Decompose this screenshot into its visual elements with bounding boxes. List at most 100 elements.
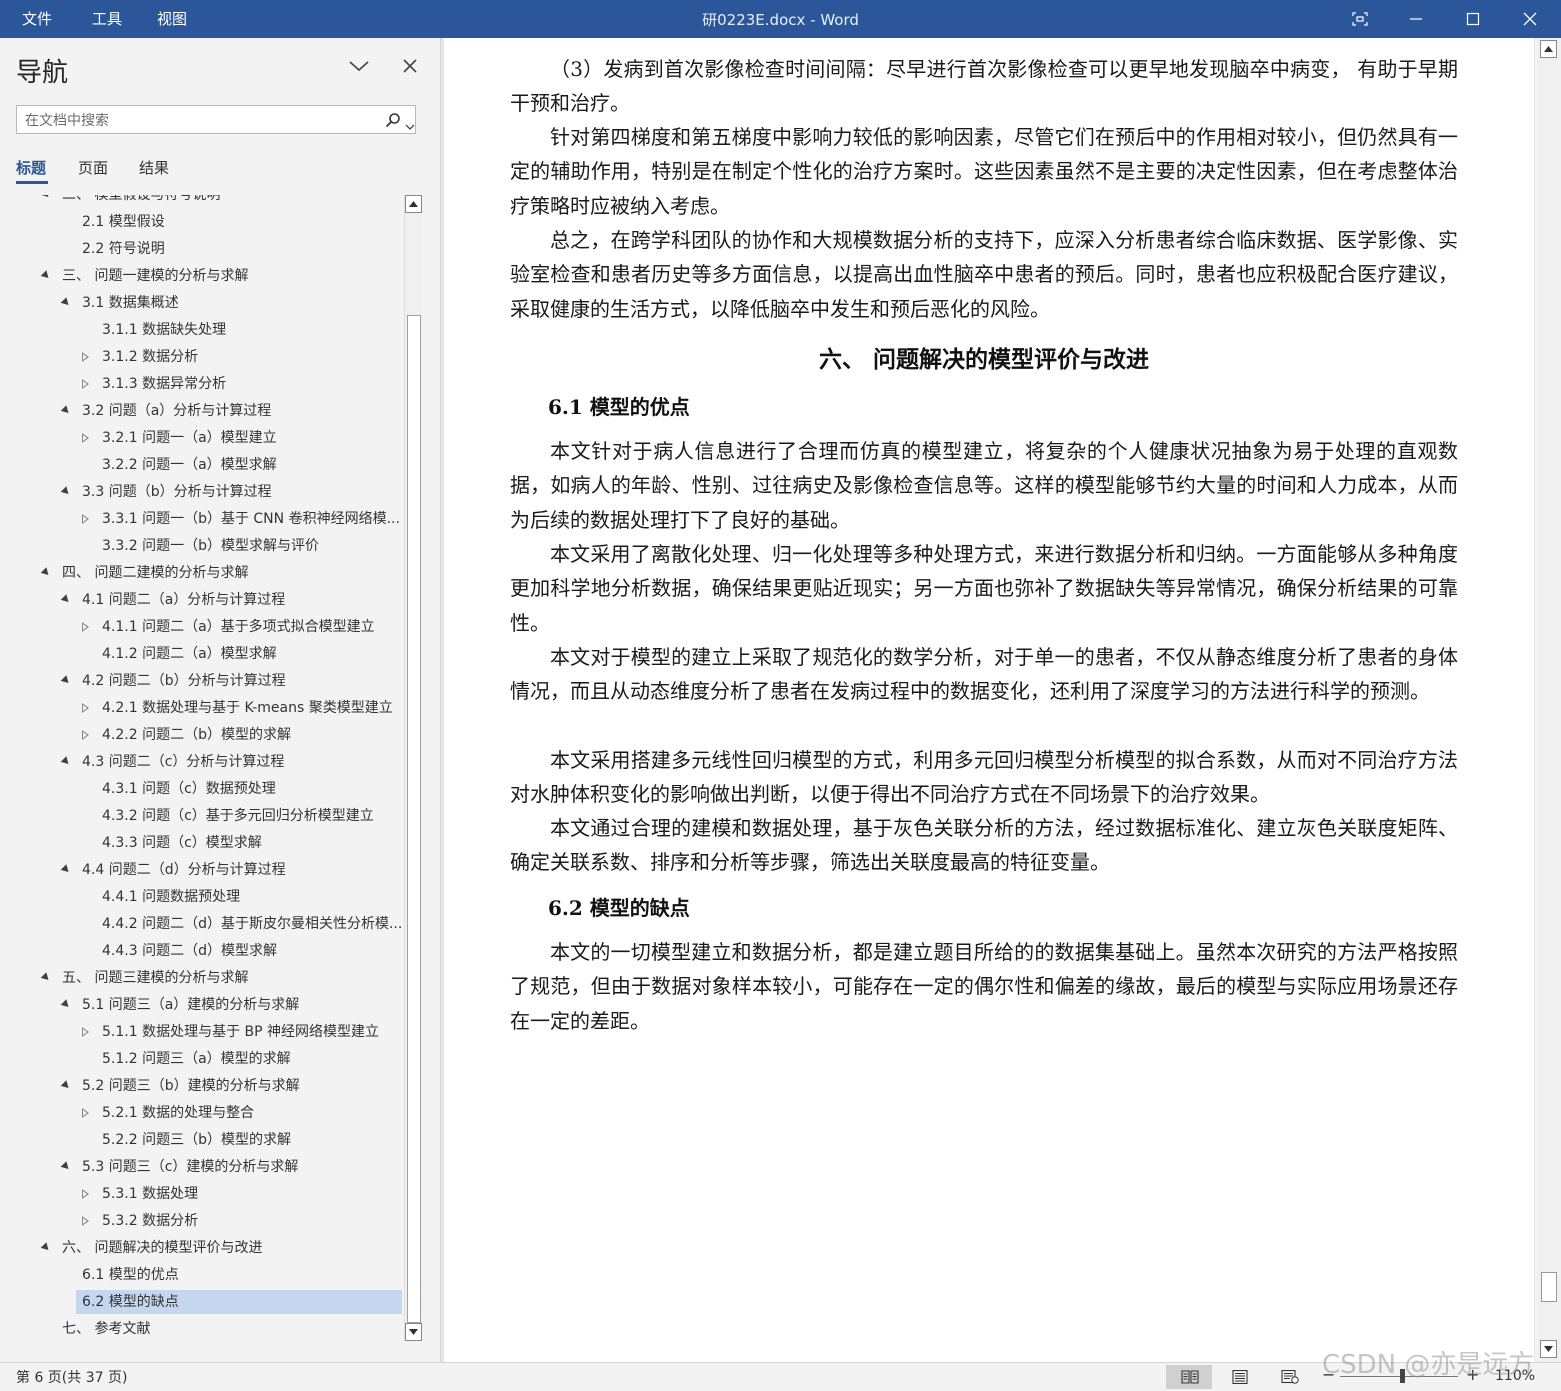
document-page[interactable]: （3）发病到首次影像检查时间间隔：尽早进行首次影像检查可以更早地发现脑卒中病变，… [444, 38, 1534, 1362]
print-layout-button[interactable] [1216, 1365, 1262, 1389]
nav-heading-item[interactable]: 4.2.2 问题二（b）模型的求解 [82, 723, 402, 747]
nav-heading-item[interactable]: 4.1 问题二（a）分析与计算过程 [60, 588, 402, 612]
nav-heading-item[interactable]: 六、 问题解决的模型评价与改进 [40, 1236, 402, 1260]
expand-arrow-icon[interactable] [60, 405, 72, 416]
nav-heading-item[interactable]: 4.4 问题二（d）分析与计算过程 [60, 858, 402, 882]
nav-heading-item[interactable]: 四、 问题二建模的分析与求解 [40, 561, 402, 585]
scroll-thumb[interactable] [1541, 1272, 1557, 1302]
expand-arrow-icon[interactable] [60, 594, 72, 605]
expand-arrow-icon[interactable] [60, 1161, 72, 1172]
print-layout-icon [1232, 1370, 1248, 1384]
nav-heading-item[interactable]: 二、 模型假设与符号说明 [40, 195, 402, 207]
nav-heading-item[interactable]: 4.3.2 问题（c）基于多元回归分析模型建立 [96, 804, 402, 828]
expand-arrow-icon[interactable] [60, 864, 72, 875]
scroll-up-button[interactable] [1540, 40, 1557, 58]
expand-arrow-icon[interactable] [40, 567, 52, 578]
expand-arrow-icon[interactable] [60, 297, 72, 308]
collapse-arrow-icon[interactable] [82, 1189, 89, 1199]
collapse-arrow-icon[interactable] [82, 703, 89, 713]
expand-arrow-icon[interactable] [60, 756, 72, 767]
tab-pages[interactable]: 页面 [78, 157, 108, 178]
nav-heading-item[interactable]: 4.2 问题二（b）分析与计算过程 [60, 669, 402, 693]
nav-heading-item[interactable]: 4.4.2 问题二（d）基于斯皮尔曼相关性分析模... [96, 912, 402, 936]
nav-heading-item[interactable]: 4.1.1 问题二（a）基于多项式拟合模型建立 [82, 615, 402, 639]
nav-heading-item[interactable]: 5.2.2 问题三（b）模型的求解 [96, 1128, 402, 1152]
collapse-arrow-icon[interactable] [82, 622, 89, 632]
search-input[interactable] [23, 109, 377, 132]
collapse-arrow-icon[interactable] [82, 379, 89, 389]
nav-heading-item[interactable]: 3.2 问题（a）分析与计算过程 [60, 399, 402, 423]
expand-arrow-icon[interactable] [60, 675, 72, 686]
collapse-arrow-icon[interactable] [82, 1027, 89, 1037]
minimize-button[interactable] [1389, 0, 1445, 38]
nav-heading-item[interactable]: 5.3.2 数据分析 [82, 1209, 402, 1233]
expand-arrow-icon[interactable] [60, 1080, 72, 1091]
expand-arrow-icon[interactable] [40, 1242, 52, 1253]
tab-headings[interactable]: 标题 [16, 157, 46, 178]
nav-heading-item[interactable]: 2.1 模型假设 [76, 210, 402, 234]
maximize-button[interactable] [1446, 0, 1502, 38]
search-icon[interactable] [385, 112, 401, 132]
nav-heading-item[interactable]: 3.3.1 问题一（b）基于 CNN 卷积神经网络模... [82, 507, 402, 531]
collapse-arrow-icon[interactable] [82, 1216, 89, 1226]
collapse-arrow-icon[interactable] [82, 514, 89, 524]
nav-heading-item[interactable]: 七、 参考文献 [56, 1317, 402, 1339]
nav-heading-item[interactable]: 5.1 问题三（a）建模的分析与求解 [60, 993, 402, 1017]
nav-heading-item[interactable]: 4.4.3 问题二（d）模型求解 [96, 939, 402, 963]
search-options-icon[interactable] [405, 116, 415, 135]
nav-heading-item[interactable]: 三、 问题一建模的分析与求解 [40, 264, 402, 288]
nav-heading-item[interactable]: 3.1.2 数据分析 [82, 345, 402, 369]
nav-options-button[interactable] [348, 58, 370, 77]
nav-heading-item[interactable]: 3.1.1 数据缺失处理 [96, 318, 402, 342]
nav-heading-item[interactable]: 2.2 符号说明 [76, 237, 402, 261]
nav-heading-item[interactable]: 五、 问题三建模的分析与求解 [40, 966, 402, 990]
nav-heading-item[interactable]: 5.3.1 数据处理 [82, 1182, 402, 1206]
nav-heading-item[interactable]: 4.2.1 数据处理与基于 K-means 聚类模型建立 [82, 696, 402, 720]
nav-heading-item[interactable]: 5.2 问题三（b）建模的分析与求解 [60, 1074, 402, 1098]
nav-heading-item[interactable]: 4.3.3 问题（c）模型求解 [96, 831, 402, 855]
nav-heading-item[interactable]: 4.1.2 问题二（a）模型求解 [96, 642, 402, 666]
nav-close-button[interactable] [402, 58, 418, 78]
nav-heading-label: 4.1.1 问题二（a）基于多项式拟合模型建立 [102, 619, 375, 635]
expand-arrow-icon[interactable] [60, 999, 72, 1010]
expand-arrow-icon[interactable] [60, 486, 72, 497]
scroll-down-button[interactable] [405, 1323, 422, 1341]
nav-heading-label: 6.1 模型的优点 [82, 1267, 179, 1283]
collapse-arrow-icon[interactable] [82, 352, 89, 362]
nav-heading-item[interactable]: 3.3.2 问题一（b）模型求解与评价 [96, 534, 402, 558]
nav-heading-item[interactable]: 3.1 数据集概述 [60, 291, 402, 315]
expand-arrow-icon[interactable] [40, 972, 52, 983]
expand-arrow-icon[interactable] [40, 195, 52, 200]
close-window-button[interactable] [1503, 0, 1559, 38]
nav-heading-item[interactable]: 4.4.1 问题数据预处理 [96, 885, 402, 909]
nav-heading-item[interactable]: 4.3.1 问题（c）数据预处理 [96, 777, 402, 801]
collapse-arrow-icon[interactable] [82, 730, 89, 740]
nav-heading-item[interactable]: 5.1.2 问题三（a）模型的求解 [96, 1047, 402, 1071]
nav-heading-label: 3.2 问题（a）分析与计算过程 [82, 403, 272, 419]
page-count[interactable]: 第 6 页(共 37 页) [16, 1367, 127, 1387]
expand-arrow-icon[interactable] [40, 270, 52, 281]
nav-heading-item[interactable]: 3.3 问题（b）分析与计算过程 [60, 480, 402, 504]
scroll-down-button[interactable] [1540, 1340, 1557, 1358]
nav-heading-item[interactable]: 4.3 问题二（c）分析与计算过程 [60, 750, 402, 774]
read-mode-button[interactable] [1166, 1365, 1212, 1389]
nav-scrollbar[interactable] [404, 195, 423, 1341]
web-layout-button[interactable] [1266, 1365, 1312, 1389]
scroll-up-button[interactable] [405, 195, 422, 213]
tab-results[interactable]: 结果 [139, 157, 169, 178]
nav-heading-item[interactable]: 5.1.1 数据处理与基于 BP 神经网络模型建立 [82, 1020, 402, 1044]
collapse-arrow-icon[interactable] [82, 433, 89, 443]
document-scrollbar[interactable] [1537, 38, 1561, 1362]
scroll-thumb[interactable] [407, 315, 421, 1323]
collapse-arrow-icon[interactable] [82, 1108, 89, 1118]
nav-heading-item[interactable]: 6.1 模型的优点 [76, 1263, 402, 1287]
nav-heading-label: 三、 问题一建模的分析与求解 [62, 268, 249, 284]
focus-mode-button[interactable] [1332, 0, 1388, 38]
search-box [16, 105, 416, 134]
nav-heading-item[interactable]: 3.2.2 问题一（a）模型求解 [96, 453, 402, 477]
nav-heading-item[interactable]: 5.2.1 数据的处理与整合 [82, 1101, 402, 1125]
nav-heading-item[interactable]: 3.2.1 问题一（a）模型建立 [82, 426, 402, 450]
nav-heading-item[interactable]: 6.2 模型的缺点 [76, 1290, 402, 1314]
nav-heading-item[interactable]: 5.3 问题三（c）建模的分析与求解 [60, 1155, 402, 1179]
nav-heading-item[interactable]: 3.1.3 数据异常分析 [82, 372, 402, 396]
